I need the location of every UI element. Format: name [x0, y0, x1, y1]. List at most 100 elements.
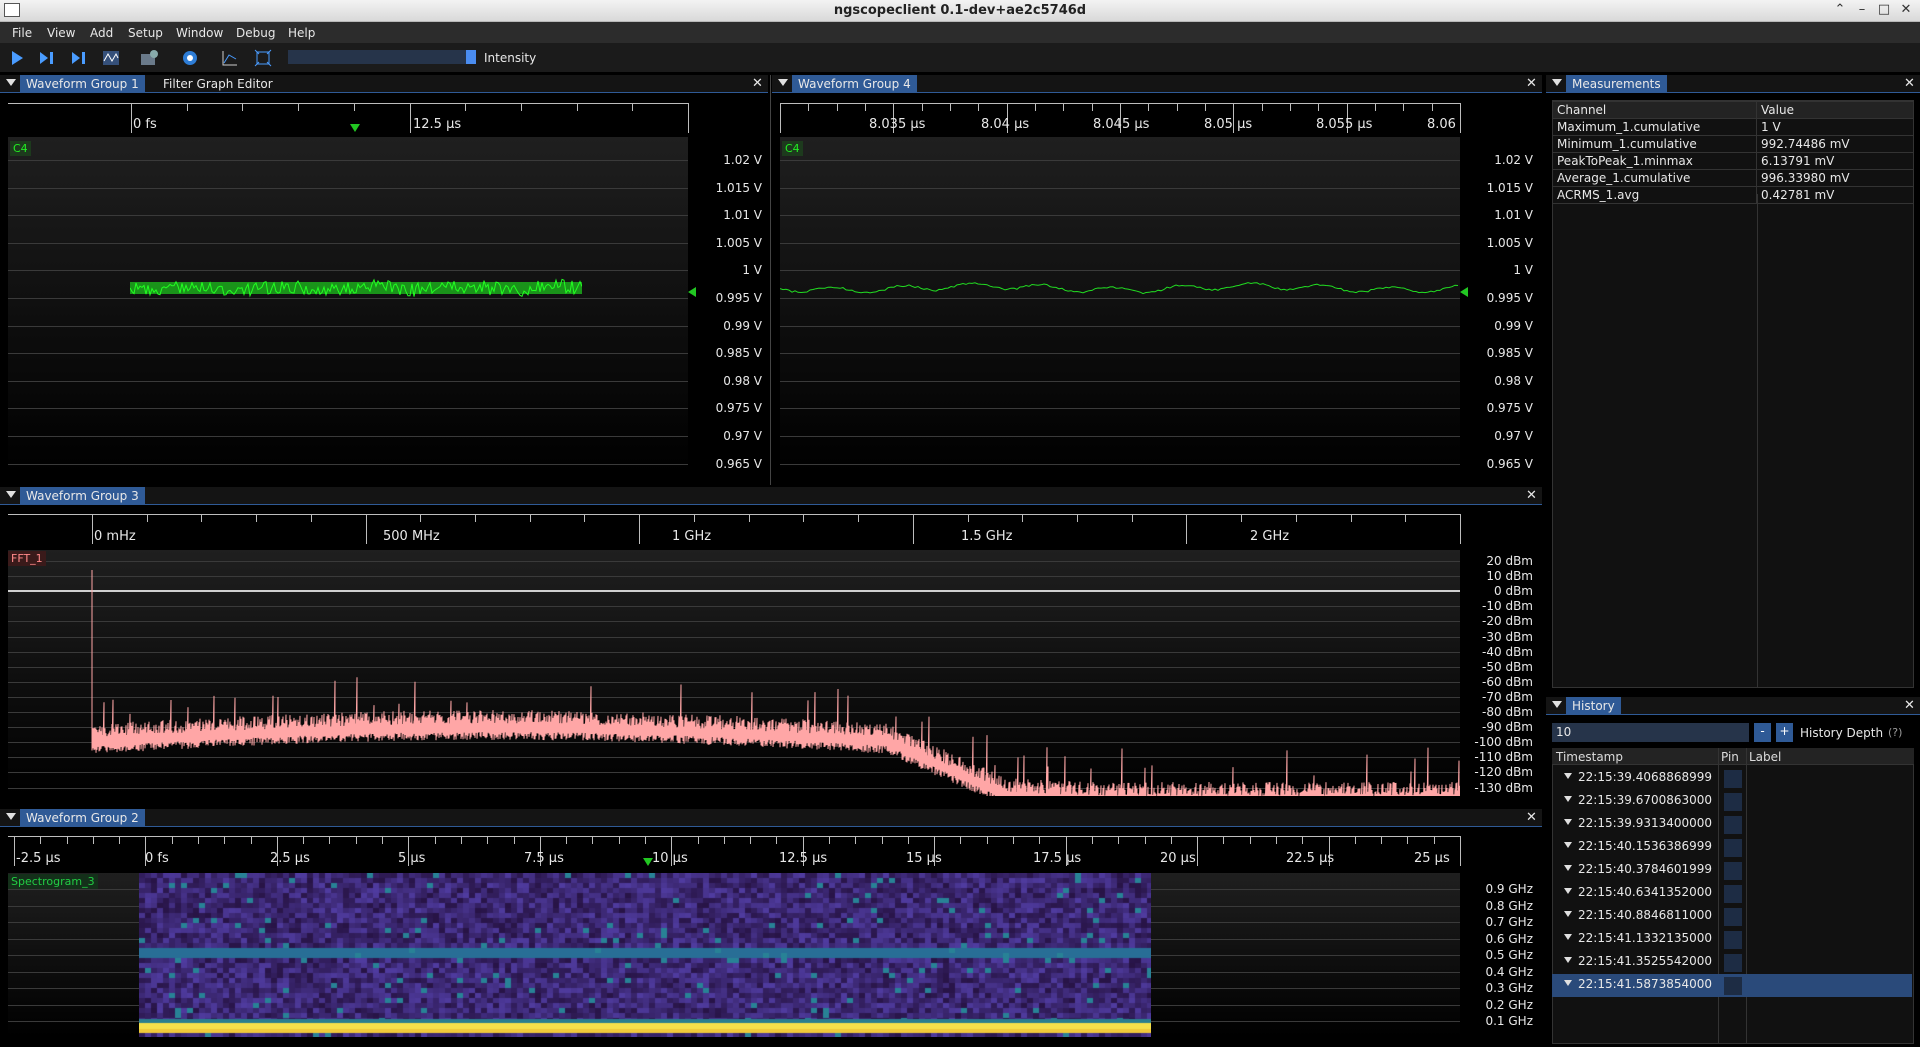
tab-measurements[interactable]: Measurements: [1566, 75, 1667, 93]
group2-x-tick: 17.5 µs: [1033, 851, 1081, 866]
column-header-value[interactable]: Value: [1757, 102, 1914, 119]
history-row[interactable]: 22:15:39.4068868999: [1552, 767, 1912, 790]
history-row[interactable]: 22:15:40.6341352000: [1552, 882, 1912, 905]
history-row[interactable]: 22:15:40.1536386999: [1552, 836, 1912, 859]
single-trigger-icon[interactable]: [38, 49, 56, 67]
tab-history[interactable]: History: [1566, 697, 1621, 715]
fullscreen-icon[interactable]: [254, 49, 272, 67]
pin-checkbox[interactable]: [1724, 839, 1742, 857]
group3-frequency-axis[interactable]: [8, 514, 1460, 515]
tab-waveform-group-4[interactable]: Waveform Group 4: [792, 75, 917, 93]
instrument-icon[interactable]: [140, 49, 158, 67]
pin-checkbox[interactable]: [1724, 862, 1742, 880]
close-icon[interactable]: ✕: [1904, 698, 1915, 713]
menu-file[interactable]: File: [12, 26, 32, 40]
menu-setup[interactable]: Setup: [128, 26, 163, 40]
pin-checkbox[interactable]: [1724, 885, 1742, 903]
history-depth-input[interactable]: 10: [1552, 723, 1749, 742]
close-icon[interactable]: ✕: [1526, 810, 1537, 825]
trigger-marker-icon[interactable]: [350, 124, 360, 132]
play-icon[interactable]: [8, 49, 26, 67]
close-icon[interactable]: ✕: [752, 76, 763, 91]
expand-icon[interactable]: [1564, 934, 1572, 940]
column-header-channel[interactable]: Channel: [1553, 102, 1757, 119]
history-row[interactable]: 22:15:41.3525542000: [1552, 951, 1912, 974]
expand-icon[interactable]: [1564, 888, 1572, 894]
pin-checkbox[interactable]: [1724, 931, 1742, 949]
y-axis-tick-label: 0.97 V: [672, 429, 762, 443]
channel-label-spectrogram[interactable]: Spectrogram_3: [8, 874, 98, 889]
measurement-row[interactable]: Average_1.cumulative 996.33980 mV: [1553, 170, 1914, 187]
waveform-icon[interactable]: [102, 49, 120, 67]
channel-label-c4[interactable]: C4: [782, 141, 803, 156]
pin-checkbox[interactable]: [1724, 977, 1742, 995]
maximize-icon[interactable]: □: [1876, 2, 1892, 17]
expand-icon[interactable]: [1564, 773, 1572, 779]
pin-checkbox[interactable]: [1724, 770, 1742, 788]
close-icon[interactable]: ✕: [1526, 76, 1537, 91]
expand-icon[interactable]: [1564, 865, 1572, 871]
menu-window[interactable]: Window: [176, 26, 223, 40]
trigger-marker-icon[interactable]: [643, 858, 653, 866]
collapse-icon[interactable]: [6, 79, 16, 86]
close-icon[interactable]: ✕: [1904, 76, 1915, 91]
menu-debug[interactable]: Debug: [236, 26, 275, 40]
expand-icon[interactable]: [1564, 957, 1572, 963]
history-row[interactable]: 22:15:40.8846811000: [1552, 905, 1912, 928]
y-axis-tick-label: 0.5 GHz: [1443, 948, 1533, 962]
history-depth-minus-button[interactable]: -: [1754, 723, 1771, 742]
history-row[interactable]: 22:15:39.9313400000: [1552, 813, 1912, 836]
collapse-icon[interactable]: [778, 79, 788, 86]
pin-checkbox[interactable]: [1724, 816, 1742, 834]
tab-waveform-group-3[interactable]: Waveform Group 3: [20, 487, 145, 505]
history-row[interactable]: 22:15:41.1332135000: [1552, 928, 1912, 951]
column-header-pin[interactable]: Pin: [1721, 750, 1739, 764]
pin-checkbox[interactable]: [1724, 908, 1742, 926]
axis-tick: [242, 103, 243, 111]
intensity-slider[interactable]: [288, 50, 474, 64]
help-icon[interactable]: (?): [1888, 726, 1902, 739]
group1-time-axis[interactable]: [8, 103, 688, 104]
menu-view[interactable]: View: [47, 26, 75, 40]
history-row[interactable]: 22:15:39.6700863000: [1552, 790, 1912, 813]
expand-icon[interactable]: [1564, 980, 1572, 986]
collapse-icon[interactable]: [6, 813, 16, 820]
measurement-value: 6.13791 mV: [1757, 153, 1914, 170]
tab-waveform-group-2[interactable]: Waveform Group 2: [20, 809, 145, 827]
collapse-icon[interactable]: [1552, 701, 1562, 708]
collapse-icon[interactable]: [6, 491, 16, 498]
expand-icon[interactable]: [1564, 796, 1572, 802]
channel-label-c4[interactable]: C4: [10, 141, 31, 156]
history-depth-plus-button[interactable]: +: [1776, 723, 1793, 742]
splitter[interactable]: [770, 75, 771, 485]
minimize-icon[interactable]: –: [1854, 2, 1870, 17]
window-up-icon[interactable]: ⌃: [1832, 2, 1848, 17]
column-header-label[interactable]: Label: [1749, 750, 1781, 764]
pin-checkbox[interactable]: [1724, 793, 1742, 811]
measurement-value: 992.74486 mV: [1757, 136, 1914, 153]
intensity-slider-handle[interactable]: [466, 50, 476, 64]
pin-checkbox[interactable]: [1724, 954, 1742, 972]
close-window-icon[interactable]: ✕: [1898, 2, 1914, 17]
menu-help[interactable]: Help: [288, 26, 315, 40]
menu-add[interactable]: Add: [90, 26, 113, 40]
tab-waveform-group-1[interactable]: Waveform Group 1: [20, 75, 145, 93]
column-header-timestamp[interactable]: Timestamp: [1556, 750, 1623, 764]
axis-tick: [119, 836, 120, 844]
expand-icon[interactable]: [1564, 911, 1572, 917]
measurement-row[interactable]: PeakToPeak_1.minmax 6.13791 mV: [1553, 153, 1914, 170]
measurement-row[interactable]: Minimum_1.cumulative 992.74486 mV: [1553, 136, 1914, 153]
measurement-row[interactable]: Maximum_1.cumulative 1 V: [1553, 119, 1914, 136]
collapse-icon[interactable]: [1552, 79, 1562, 86]
settings-icon[interactable]: [181, 49, 199, 67]
history-row[interactable]: 22:15:41.5873854000: [1552, 974, 1912, 997]
group2-time-axis[interactable]: [8, 836, 1460, 837]
expand-icon[interactable]: [1564, 842, 1572, 848]
measurement-row[interactable]: ACRMS_1.avg 0.42781 mV: [1553, 187, 1914, 204]
expand-icon[interactable]: [1564, 819, 1572, 825]
close-icon[interactable]: ✕: [1526, 488, 1537, 503]
history-row[interactable]: 22:15:40.3784601999: [1552, 859, 1912, 882]
force-trigger-icon[interactable]: [70, 49, 88, 67]
tab-filter-graph-editor[interactable]: Filter Graph Editor: [157, 75, 279, 93]
graph-icon[interactable]: [221, 49, 239, 67]
